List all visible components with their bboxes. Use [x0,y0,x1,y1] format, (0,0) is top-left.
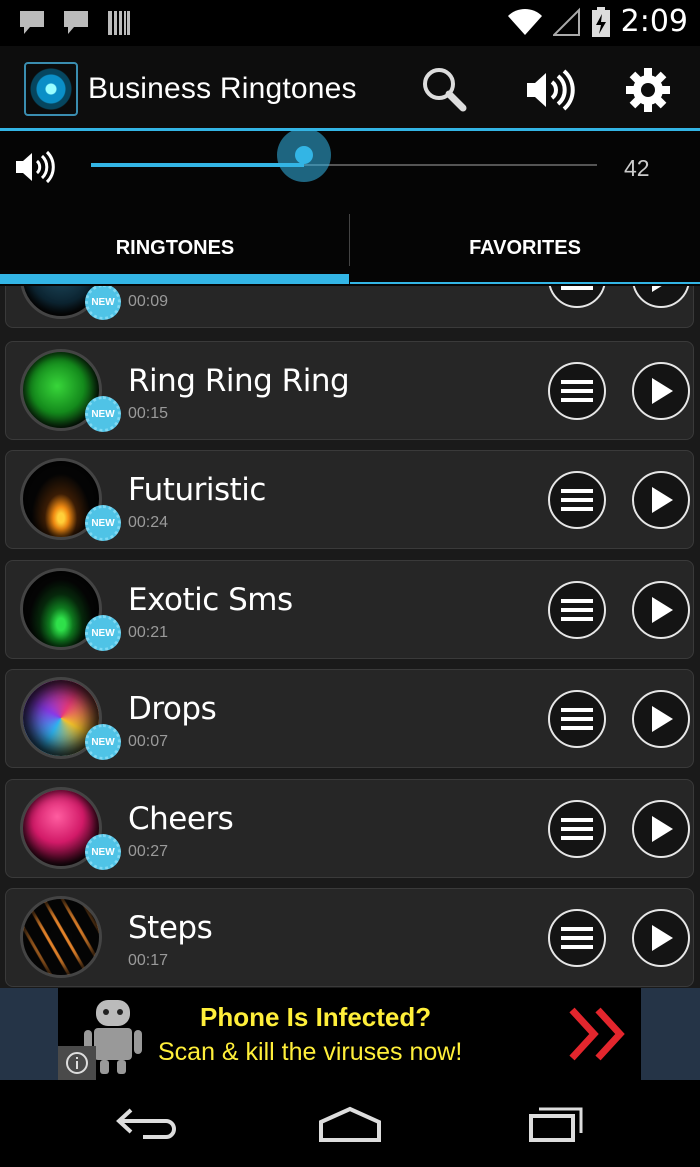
new-badge: NEW [85,396,121,432]
status-time: 2:09 [620,4,688,39]
new-badge: NEW [85,615,121,651]
ringtone-artwork [20,896,102,978]
play-icon [652,286,662,292]
battery-charging-icon [591,6,610,37]
volume-slider-fill [91,163,304,167]
menu-icon [561,927,593,949]
app-title: Business Ringtones [88,72,357,105]
ad-info-button[interactable] [58,1046,96,1080]
volume-value: 42 [624,155,650,181]
play-icon [652,925,673,951]
list-item[interactable]: NEW 00:09 [5,286,694,328]
chat-notification-icon [20,11,44,34]
play-icon [652,378,673,404]
play-button[interactable] [632,800,690,858]
chat-notification-icon [64,11,88,34]
ringtone-duration: 00:21 [128,624,169,641]
ad-banner[interactable]: Phone Is Infected? Scan & kill the virus… [58,988,641,1080]
play-icon [652,816,673,842]
status-bar: 2:09 [0,0,700,46]
play-button[interactable] [632,909,690,967]
ringtone-title: Exotic Sms [128,582,293,618]
action-bar: Business Ringtones [0,46,700,130]
ad-area: Phone Is Infected? Scan & kill the virus… [0,988,700,1080]
play-button[interactable] [632,690,690,748]
ringtone-list[interactable]: NEW 00:09 NEW Ring Ring Ring 00:15 NEW F… [0,286,700,988]
ringtone-duration: 00:27 [128,843,169,860]
new-badge: NEW [85,505,121,541]
new-badge: NEW [85,286,121,320]
play-button[interactable] [632,581,690,639]
search-icon [423,68,467,112]
menu-icon [561,818,593,840]
volume-row: 42 [0,128,700,209]
home-button[interactable] [310,1100,390,1148]
menu-icon [561,380,593,402]
wifi-icon [507,8,542,35]
menu-button[interactable] [548,471,606,529]
list-item[interactable]: NEW Ring Ring Ring 00:15 [5,341,694,440]
home-icon [319,1106,381,1142]
ringtone-title: Drops [128,691,217,727]
menu-button[interactable] [548,909,606,967]
menu-button[interactable] [548,581,606,639]
play-icon [652,706,673,732]
new-badge: NEW [85,834,121,870]
play-button[interactable] [632,471,690,529]
app-icon [24,62,78,116]
menu-button[interactable] [548,690,606,748]
volume-slider[interactable] [91,128,597,182]
ringtone-duration: 00:24 [128,514,169,531]
tab-selected-indicator [0,274,349,284]
ringtone-title: Cheers [128,801,234,837]
back-button[interactable] [106,1100,186,1148]
ringtone-title: Steps [128,910,213,946]
list-item[interactable]: NEW Cheers 00:27 [5,779,694,878]
search-button[interactable] [418,64,470,116]
ringtone-duration: 00:15 [128,405,169,422]
list-item[interactable]: Steps 00:17 [5,888,694,987]
volume-slider-thumb[interactable] [277,128,331,182]
back-icon [116,1108,176,1139]
notification-icons [18,8,132,38]
menu-icon [561,286,593,290]
play-icon [652,487,673,513]
menu-icon [561,599,593,621]
ad-headline: Phone Is Infected? [200,1002,432,1032]
info-icon [66,1052,88,1074]
ringtone-title: Ring Ring Ring [128,363,350,399]
gear-icon [626,68,670,112]
tab-divider [349,214,350,266]
ringtone-duration: 00:17 [128,952,169,969]
volume-icon [527,69,575,111]
menu-icon [561,489,593,511]
volume-button[interactable] [523,64,575,116]
double-chevron-right-icon [569,1007,625,1061]
signal-icon [552,7,580,36]
tab-baseline [350,282,700,284]
barcode-icon [108,11,130,35]
menu-button[interactable] [548,286,606,308]
settings-button[interactable] [622,64,674,116]
menu-button[interactable] [548,800,606,858]
list-item[interactable]: NEW Drops 00:07 [5,669,694,768]
play-button[interactable] [632,286,690,308]
ringtone-title: Futuristic [128,472,266,508]
volume-icon [16,150,55,184]
ringtone-duration: 00:07 [128,733,169,750]
navigation-bar [0,1080,700,1167]
system-status: 2:09 [507,4,688,39]
list-item[interactable]: NEW Exotic Sms 00:21 [5,560,694,659]
recent-apps-button[interactable] [516,1100,596,1148]
play-button[interactable] [632,362,690,420]
ringtone-duration: 00:09 [128,293,169,310]
recent-apps-icon [529,1107,583,1142]
tab-favorites[interactable]: FAVORITES [350,209,700,287]
list-item[interactable]: NEW Futuristic 00:24 [5,450,694,549]
ad-subline: Scan & kill the viruses now! [158,1038,463,1066]
new-badge: NEW [85,724,121,760]
menu-icon [561,708,593,730]
menu-button[interactable] [548,362,606,420]
play-icon [652,597,673,623]
